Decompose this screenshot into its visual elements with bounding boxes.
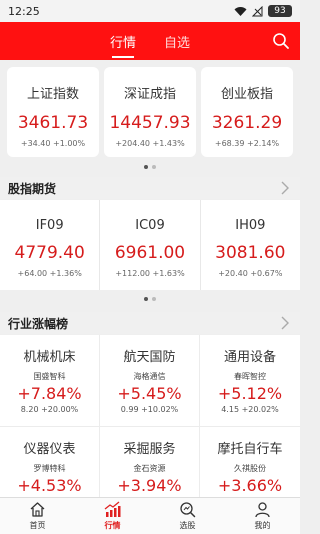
chevron-right-icon[interactable] (281, 316, 290, 330)
futures-change: +112.00 +1.63% (115, 269, 185, 278)
futures-price: 6961.00 (114, 243, 186, 263)
index-card-shenzhen[interactable]: 深证成指 14457.93 +204.40 +1.43% (104, 67, 196, 157)
user-icon (255, 502, 270, 518)
futures-pager-dots (0, 297, 300, 301)
chart-icon (104, 501, 121, 517)
index-price: 14457.93 (109, 113, 191, 133)
sector-change: +3.94% (117, 476, 182, 495)
index-price: 3261.29 (211, 113, 283, 133)
tab-market-bottom[interactable]: 行情 (75, 498, 150, 534)
sector-name: 采掘服务 (123, 442, 176, 457)
sector-leader: 金石资源 (133, 464, 166, 473)
futures-change: +20.40 +0.67% (218, 269, 283, 278)
sector-item[interactable]: 仪器仪表 罗博特科 +4.53% (0, 427, 100, 500)
sector-leader: 国盛智科 (33, 372, 66, 381)
index-card-chinext[interactable]: 创业板指 3261.29 +68.39 +2.14% (201, 67, 293, 157)
futures-change: +64.00 +1.36% (17, 269, 82, 278)
sector-name: 航天国防 (123, 350, 176, 365)
futures-price: 4779.40 (14, 243, 85, 263)
status-icons: 93 (234, 5, 292, 17)
tab-stock-picker[interactable]: 选股 (150, 498, 225, 534)
sector-change: +5.12% (217, 384, 283, 403)
sector-leader: 久祺股份 (234, 464, 266, 473)
sector-leader: 罗博特科 (33, 464, 66, 473)
pager-dot (152, 165, 156, 169)
sector-item[interactable]: 航天国防 海格通信 +5.45% 0.99 +10.02% (100, 335, 200, 427)
sector-change: +3.66% (217, 476, 283, 495)
sector-leader-change: 4.15 +20.02% (221, 405, 279, 414)
status-time: 12:25 (8, 4, 40, 18)
futures-name: IH09 (235, 218, 266, 233)
futures-item[interactable]: IF09 4779.40 +64.00 +1.36% (0, 200, 101, 290)
index-name: 创业板指 (220, 87, 273, 102)
index-change: +204.40 +1.43% (115, 139, 185, 148)
tab-label: 首页 (29, 521, 46, 530)
index-change: +68.39 +2.14% (214, 139, 280, 148)
index-name: 上证指数 (26, 87, 79, 102)
sector-item[interactable]: 采掘服务 金石资源 +3.94% (100, 427, 200, 500)
section-title: 行业涨幅榜 (8, 316, 69, 331)
sector-name: 通用设备 (223, 350, 276, 365)
status-bar: 12:25 93 (0, 0, 300, 22)
index-change: +34.40 +1.00% (20, 139, 86, 148)
tab-watchlist[interactable]: 自选 (162, 28, 192, 55)
pager-dot-active (144, 165, 148, 169)
futures-row: IF09 4779.40 +64.00 +1.36% IC09 6961.00 … (0, 200, 300, 290)
futures-price: 3081.60 (215, 243, 286, 263)
chevron-right-icon[interactable] (281, 181, 290, 195)
sector-name: 机械机床 (23, 350, 76, 365)
sector-item[interactable]: 机械机床 国盛智科 +7.84% 8.20 +20.00% (0, 335, 100, 427)
tab-home[interactable]: 首页 (0, 498, 75, 534)
tab-label: 行情 (104, 521, 121, 530)
sector-leader: 海格通信 (133, 372, 166, 381)
sector-change: +4.53% (17, 476, 82, 495)
sector-name: 摩托自行车 (217, 442, 283, 457)
index-card-shanghai[interactable]: 上证指数 3461.73 +34.40 +1.00% (7, 67, 99, 157)
sector-leader-change: 0.99 +10.02% (120, 405, 179, 414)
search-icon[interactable] (272, 32, 290, 50)
futures-item[interactable]: IH09 3081.60 +20.40 +0.67% (201, 200, 300, 290)
index-carousel[interactable]: 上证指数 3461.73 +34.40 +1.00% 深证成指 14457.93… (0, 60, 300, 176)
index-pager-dots (0, 165, 300, 169)
index-name: 深证成指 (123, 87, 176, 102)
futures-section-header[interactable]: 股指期货 (0, 177, 300, 199)
stock-picker-icon (180, 502, 196, 518)
tab-market[interactable]: 行情 (108, 28, 138, 58)
tab-label: 选股 (179, 521, 196, 530)
sector-section-header[interactable]: 行业涨幅榜 (0, 312, 300, 334)
pager-dot-active (144, 297, 148, 301)
tab-label: 我的 (254, 521, 271, 530)
home-icon (30, 502, 45, 517)
tab-profile[interactable]: 我的 (225, 498, 300, 534)
sector-leader: 春晖智控 (234, 372, 266, 381)
bottom-tab-bar: 首页 行情 选股 我的 (0, 497, 300, 534)
wifi-icon (234, 6, 247, 16)
futures-name: IF09 (35, 218, 64, 233)
sector-grid: 机械机床 国盛智科 +7.84% 8.20 +20.00% 航天国防 海格通信 … (0, 335, 300, 500)
sector-item[interactable]: 摩托自行车 久祺股份 +3.66% (200, 427, 300, 500)
sector-leader-change: 8.20 +20.00% (20, 405, 79, 414)
battery-icon: 93 (268, 5, 292, 17)
futures-item[interactable]: IC09 6961.00 +112.00 +1.63% (100, 200, 201, 290)
top-nav: 行情 自选 (0, 22, 300, 60)
sector-name: 仪器仪表 (23, 442, 76, 457)
sector-item[interactable]: 通用设备 春晖智控 +5.12% 4.15 +20.02% (200, 335, 300, 427)
sector-change: +5.45% (117, 384, 182, 403)
index-price: 3461.73 (17, 113, 89, 133)
no-sim-icon (252, 5, 263, 16)
sector-change: +7.84% (17, 384, 82, 403)
section-title: 股指期货 (8, 181, 57, 196)
futures-name: IC09 (135, 218, 165, 233)
pager-dot (152, 297, 156, 301)
